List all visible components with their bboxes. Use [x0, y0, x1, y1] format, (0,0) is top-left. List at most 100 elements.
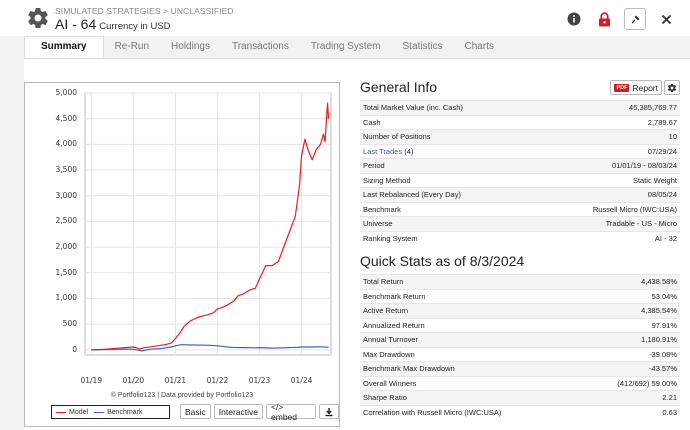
gi-row-number-of-positions: Number of Positions 10	[360, 129, 680, 144]
qs-row: Annualized Return 97.91%	[360, 317, 680, 333]
gi-row-universe: Universe Tradable - US - Micro	[360, 216, 680, 231]
gi-key: Total Market Value (inc. Cash)	[363, 103, 463, 113]
qs-value: 4,438.58%	[641, 277, 677, 287]
lock-icon[interactable]	[594, 9, 614, 29]
page-title-row: AI - 64 Currency in USD	[55, 16, 171, 34]
last-trades-count: (4)	[404, 146, 414, 156]
tab-transactions[interactable]: Transactions	[221, 36, 300, 58]
qs-key: Max Drawdown	[363, 349, 415, 359]
gi-key: Benchmark	[363, 204, 401, 214]
gi-value: 45,385,769.77	[629, 103, 677, 113]
gi-key: Period	[363, 161, 385, 171]
gi-row-total-market-value: Total Market Value (inc. Cash) 45,385,769…	[360, 100, 680, 115]
gi-key: Universe	[363, 219, 393, 229]
qs-row: Sharpe Ratio 2.21	[360, 390, 680, 405]
x-tick-label: 01/22	[206, 376, 229, 385]
tab-re-run[interactable]: Re-Run	[104, 36, 160, 58]
tab-statistics[interactable]: Statistics	[392, 36, 454, 58]
embed-button[interactable]: </> embed	[266, 402, 316, 422]
gi-row-last-rebalanced: Last Rebalanced (Every Day) 08/05/24	[360, 187, 680, 202]
general-info-header: General Info PDF Report	[360, 74, 680, 100]
x-tick-label: 01/21	[164, 376, 187, 385]
page-title: AI - 64	[55, 16, 97, 32]
gi-row-period: Period 01/01/19 - 08/03/24	[360, 158, 680, 173]
qs-row: Benchmark Max Drawdown -43.57%	[360, 361, 680, 376]
close-icon[interactable]	[656, 9, 676, 29]
gear-icon	[667, 83, 677, 92]
qs-key: Active Return	[363, 306, 409, 316]
download-button[interactable]	[319, 404, 339, 419]
pin-icon	[631, 15, 639, 23]
qs-row: Annual Turnover 1,180.91%	[360, 332, 680, 347]
last-trades-date-link[interactable]: 07/29/24	[648, 147, 677, 156]
tab-trading-system[interactable]: Trading System	[300, 36, 392, 58]
x-tick-label: 01/19	[80, 376, 103, 385]
qs-key: Total Return	[363, 277, 404, 287]
header-bar: SIMULATED STRATEGIES > UNCLASSIFIED AI -…	[0, 0, 690, 36]
report-settings-button[interactable]	[664, 80, 680, 95]
qs-value: 2.21	[662, 393, 677, 403]
qs-row: Active Return 4,385.54%	[360, 303, 680, 318]
chart-credit: © Portfolio123 | Data provided by Portfo…	[110, 392, 254, 399]
info-column: General Info PDF Report Total Market Val…	[360, 74, 680, 419]
legend-model-label: Model	[69, 408, 89, 416]
last-trades-link[interactable]: Last Trades	[363, 147, 402, 156]
qs-value: (412/692) 59.00%	[617, 378, 677, 388]
gi-key: Sizing Method	[363, 175, 411, 185]
download-icon	[325, 407, 333, 416]
tab-holdings[interactable]: Holdings	[160, 36, 221, 58]
performance-chart: 5,000 4,500 4,000 3,500 3,000 2,500 2,000 1,500…	[24, 82, 340, 427]
tab-charts[interactable]: Charts	[454, 36, 505, 58]
gi-row-cash: Cash 2,789.67	[360, 114, 680, 130]
ranking-system-link[interactable]: AI - 32	[655, 234, 677, 243]
tab-bar: Summary Re-Run Holdings Transactions Tra…	[24, 36, 505, 58]
universe-link[interactable]: Tradable - US - Micro	[606, 219, 677, 228]
qs-row: Correlation with Russell Micro (IWC:USA)…	[360, 404, 680, 420]
general-info-table: Total Market Value (inc. Cash) 45,385,769…	[360, 100, 680, 245]
legend-benchmark-label: Benchmark	[107, 408, 143, 416]
qs-key: Sharpe Ratio	[363, 393, 407, 403]
gi-key: Last Rebalanced (Every Day)	[363, 190, 461, 200]
qs-value: 53.04%	[651, 291, 677, 301]
gi-value: 2,789.67	[647, 117, 677, 127]
basic-button[interactable]: Basic	[180, 404, 211, 419]
legend-model-swatch	[56, 411, 66, 413]
qs-key: Annual Turnover	[363, 335, 419, 345]
settings-gear-icon[interactable]	[26, 6, 50, 30]
qs-key: Benchmark Return	[363, 291, 426, 301]
gi-row-sizing-method: Sizing Method Static Weight	[360, 172, 680, 188]
chart-buttons: Basic Interactive </> embed	[180, 402, 339, 422]
plot-area	[84, 92, 332, 356]
interactive-button[interactable]: Interactive	[213, 404, 264, 419]
positions-count-link[interactable]: 10	[669, 132, 677, 141]
report-label: Report	[632, 82, 658, 93]
gi-row-benchmark: Benchmark Russell Micro (IWC:USA)	[360, 201, 680, 217]
report-controls: PDF Report	[610, 80, 680, 95]
x-tick-label: 01/24	[290, 376, 313, 385]
qs-key: Correlation with Russell Micro (IWC:USA)	[363, 407, 502, 417]
qs-row: Total Return 4,438.58%	[360, 274, 680, 289]
qs-row: Benchmark Return 53.04%	[360, 288, 680, 304]
gi-value: Static Weight	[632, 175, 677, 185]
currency-subtitle: Currency in USD	[99, 21, 171, 32]
gi-key: Ranking System	[363, 233, 418, 243]
number-of-positions-link[interactable]: Number of Positions	[363, 132, 431, 141]
breadcrumb[interactable]: SIMULATED STRATEGIES > UNCLASSIFIED	[55, 6, 234, 16]
report-button[interactable]: PDF Report	[610, 80, 662, 95]
pin-button[interactable]	[624, 8, 646, 30]
qs-key: Benchmark Max Drawdown	[363, 364, 455, 374]
qs-value: 4,385.54%	[641, 306, 677, 316]
legend-benchmark-swatch	[94, 411, 105, 413]
qs-value: -43.57%	[649, 364, 677, 374]
pdf-icon: PDF	[614, 83, 630, 92]
qs-value: 0.63	[662, 407, 677, 417]
qs-key: Annualized Return	[363, 320, 425, 330]
gi-value: 08/05/24	[647, 190, 677, 200]
gi-key: Cash	[363, 117, 381, 127]
info-icon[interactable]	[564, 9, 584, 29]
tab-summary[interactable]: Summary	[24, 36, 104, 58]
legend-benchmark[interactable]: Benchmark	[94, 409, 142, 416]
qs-value: -39.08%	[649, 349, 677, 359]
legend-model[interactable]: Model	[56, 409, 88, 416]
qs-row: Max Drawdown -39.08%	[360, 346, 680, 362]
